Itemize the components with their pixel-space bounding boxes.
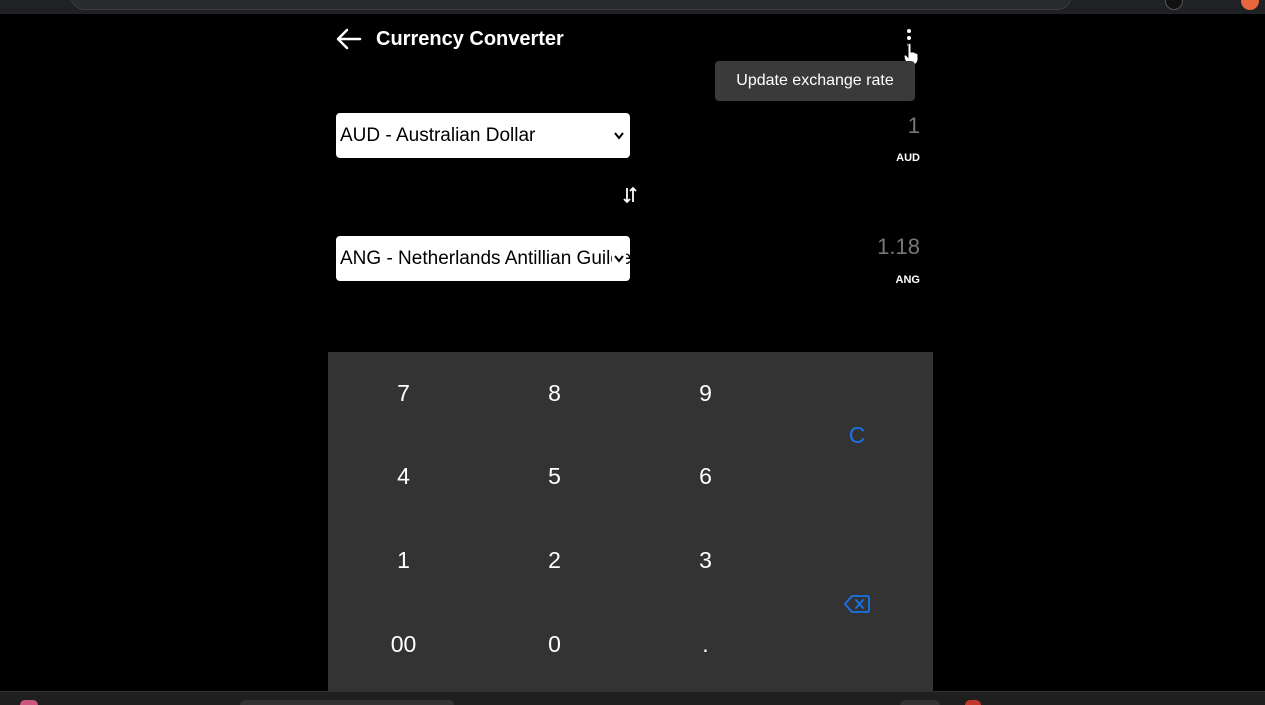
back-button[interactable] — [334, 26, 364, 52]
key-label: 9 — [699, 380, 712, 406]
key-8[interactable]: 8 — [479, 352, 630, 435]
clear-button[interactable]: C — [781, 352, 933, 518]
extension-icon[interactable] — [1241, 0, 1259, 10]
chevron-down-icon — [612, 113, 626, 158]
key-label: 1 — [397, 547, 410, 573]
taskbar-item[interactable] — [240, 700, 454, 705]
key-3[interactable]: 3 — [630, 518, 781, 601]
from-currency-value: AUD - Australian Dollar — [340, 125, 536, 146]
update-exchange-rate-tooltip[interactable]: Update exchange rate — [715, 61, 915, 101]
from-currency-code: AUD — [896, 152, 920, 164]
key-label: 4 — [397, 463, 410, 489]
key-label: 3 — [699, 547, 712, 573]
key-00[interactable]: 00 — [328, 603, 479, 686]
key-label: 8 — [548, 380, 561, 406]
address-bar[interactable] — [70, 0, 1072, 10]
key-4[interactable]: 4 — [328, 435, 479, 518]
backspace-button[interactable] — [781, 518, 933, 691]
currency-converter-app: Currency Converter Update exchange rate … — [328, 14, 933, 691]
from-currency-select[interactable]: AUD - Australian Dollar — [336, 113, 630, 158]
profile-avatar[interactable] — [1165, 0, 1183, 10]
from-amount: 1 — [907, 113, 920, 138]
key-label: 5 — [548, 463, 561, 489]
numeric-keypad: 7 8 9 4 5 6 1 2 3 00 0 . C — [328, 352, 933, 691]
key-label: 2 — [548, 547, 561, 573]
key-7[interactable]: 7 — [328, 352, 479, 435]
browser-toolbar — [0, 0, 1265, 14]
arrow-left-icon — [336, 28, 362, 50]
to-currency-value: ANG - Netherlands Antillian Guilder — [340, 248, 630, 269]
to-currency-select[interactable]: ANG - Netherlands Antillian Guilder — [336, 236, 630, 281]
taskbar-item[interactable] — [965, 700, 981, 705]
key-0[interactable]: 0 — [479, 603, 630, 686]
page-title: Currency Converter — [376, 28, 564, 50]
key-label: . — [702, 631, 709, 657]
key-9[interactable]: 9 — [630, 352, 781, 435]
backspace-icon — [844, 595, 870, 613]
more-vertical-icon — [907, 29, 911, 33]
os-taskbar — [0, 691, 1265, 705]
key-1[interactable]: 1 — [328, 518, 479, 601]
menu-dot — [907, 36, 911, 40]
swap-currencies-button[interactable] — [620, 185, 640, 205]
to-currency-code: ANG — [895, 274, 920, 286]
app-header: Currency Converter — [328, 14, 933, 66]
page-viewport: Currency Converter Update exchange rate … — [0, 14, 1265, 691]
key-2[interactable]: 2 — [479, 518, 630, 601]
to-amount: 1.18 — [877, 234, 920, 259]
key-decimal[interactable]: . — [630, 603, 781, 686]
taskbar-item[interactable] — [20, 700, 38, 705]
taskbar-item[interactable] — [900, 700, 940, 705]
key-label: 6 — [699, 463, 712, 489]
swap-vertical-icon — [623, 186, 637, 204]
key-label: 0 — [548, 631, 561, 657]
key-label: 7 — [397, 380, 410, 406]
key-5[interactable]: 5 — [479, 435, 630, 518]
key-label: 00 — [390, 631, 417, 657]
key-6[interactable]: 6 — [630, 435, 781, 518]
chevron-down-icon — [612, 236, 626, 281]
